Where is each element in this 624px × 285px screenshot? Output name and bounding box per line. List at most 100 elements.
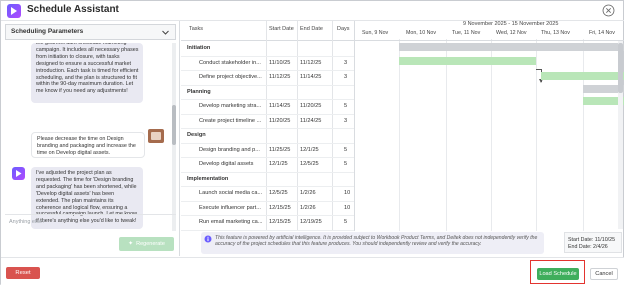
task-name: Define project objective...: [199, 74, 262, 80]
task-days: 10: [344, 204, 351, 211]
column-header-days[interactable]: Days: [337, 26, 350, 32]
task-group-row[interactable]: Testing and Quality Assura...: [181, 230, 354, 232]
sparkle-icon: ✦: [128, 241, 134, 247]
task-group-name: Planning: [187, 88, 211, 95]
chat-pane: Scheduling Parameters the gourmet dark c…: [1, 21, 180, 256]
task-end-date: 12/19/25: [300, 219, 322, 225]
user-avatar: [148, 129, 164, 143]
task-end-date: 11/20/25: [300, 103, 322, 109]
load-schedule-button[interactable]: Load Schedule: [537, 268, 579, 280]
task-name: Execute influencer part...: [199, 204, 261, 211]
gantt-task-bar-define-objectives[interactable]: [541, 72, 624, 80]
gantt-vertical-scrollbar[interactable]: [618, 41, 623, 229]
task-start-date: 12/5/25: [269, 190, 288, 196]
task-row[interactable]: Design branding and p... 11/25/25 12/1/25 5: [181, 143, 354, 158]
task-group-row[interactable]: Implementation: [181, 172, 354, 187]
task-row[interactable]: Develop marketing stra... 11/14/25 11/20/2…: [181, 99, 354, 114]
task-row[interactable]: Execute influencer part... 12/15/25 1/2/26…: [181, 201, 354, 216]
task-days: 3: [344, 74, 348, 80]
gantt-day-divider: [446, 39, 447, 231]
assistant-message: the gourmet dark chocolate marketing cam…: [31, 43, 143, 103]
column-header-end-date[interactable]: End Date: [300, 26, 323, 32]
regenerate-button[interactable]: ✦ Regenerate: [119, 237, 174, 251]
gantt-day-divider: [491, 39, 492, 231]
task-end-date: 12/1/25: [300, 146, 319, 153]
task-end-date: 11/12/25: [300, 59, 322, 66]
gantt-vertical-scrollbar-thumb[interactable]: [618, 43, 623, 93]
task-end-date: 11/24/25: [300, 117, 322, 124]
ai-disclaimer: This feature is powered by artificial in…: [201, 232, 544, 254]
task-row[interactable]: Develop digital assets 12/1/25 12/5/25 5: [181, 157, 354, 172]
gantt-day-divider: [536, 39, 537, 231]
task-end-date: 12/5/25: [300, 161, 319, 167]
chat-scrollbar[interactable]: [172, 43, 176, 231]
task-row[interactable]: Launch social media ca... 12/5/25 1/2/26 10: [181, 186, 354, 201]
gantt-day-label: Wed, 12 Nov: [496, 30, 527, 36]
dialog-footer: Reset Load Schedule Cancel: [1, 257, 624, 285]
dialog-title: Schedule Assistant: [27, 4, 119, 15]
reset-button[interactable]: Reset: [6, 267, 40, 279]
task-row[interactable]: Run email marketing ca... 12/15/25 12/19/2…: [181, 215, 354, 230]
column-header-tasks[interactable]: Tasks: [189, 26, 203, 32]
scheduling-parameters-label: Scheduling Parameters: [11, 28, 84, 35]
project-end-date: End Date: 2/4/26: [568, 244, 608, 250]
task-start-date: 12/15/25: [269, 219, 291, 225]
scheduling-parameters-toggle[interactable]: Scheduling Parameters: [5, 24, 176, 40]
task-start-date: 11/10/25: [269, 59, 291, 66]
task-group-row[interactable]: Planning: [181, 85, 354, 100]
gantt-day-label: Thu, 13 Nov: [541, 30, 570, 36]
chat-history: the gourmet dark chocolate marketing cam…: [5, 43, 176, 231]
cancel-button[interactable]: Cancel: [590, 268, 618, 280]
column-header-start-date[interactable]: Start Date: [269, 26, 294, 32]
dialog-header: Schedule Assistant: [1, 1, 624, 21]
task-days: 5: [344, 219, 348, 225]
task-start-date: 11/25/25: [269, 146, 291, 153]
task-group-name: Initiation: [187, 45, 211, 51]
task-name: Develop marketing stra...: [199, 103, 262, 109]
task-table-body: Initiation Conduct stakeholder in... 11/10…: [181, 41, 354, 231]
gantt-day-label: Sun, 9 Nov: [362, 30, 389, 36]
gantt-day-divider: [583, 39, 584, 231]
task-table-header: Tasks Start Date End Date Days: [181, 21, 354, 41]
task-days: 3: [344, 117, 348, 124]
gantt-day-label: Tue, 11 Nov: [452, 30, 481, 36]
gantt-week-range: 9 November 2025 - 15 November 2025: [463, 21, 559, 27]
task-end-date: 1/2/26: [300, 190, 316, 196]
chevron-down-icon: [162, 30, 169, 35]
chat-input-area: Anything else? ✦ Regenerate: [5, 214, 176, 254]
assistant-logo-icon: [7, 4, 21, 18]
gantt-task-bar-conduct-stakeholder[interactable]: [399, 57, 536, 65]
task-row[interactable]: Conduct stakeholder in... 11/10/25 11/12/2…: [181, 56, 354, 71]
load-schedule-highlight: Load Schedule: [530, 260, 585, 284]
task-days: 10: [344, 190, 351, 196]
task-row[interactable]: Define project objective... 11/12/25 11/14…: [181, 70, 354, 85]
gantt-chart: 9 November 2025 - 15 November 2025 Sun, …: [354, 21, 624, 231]
assistant-avatar-icon: [12, 167, 25, 180]
task-name: Run email marketing ca...: [199, 219, 263, 225]
task-start-date: 11/14/25: [269, 103, 291, 109]
info-icon: [204, 235, 212, 243]
task-start-date: 12/1/25: [269, 161, 288, 167]
gantt-summary-bar-initiation[interactable]: [399, 43, 624, 51]
ai-disclaimer-text: This feature is powered by artificial in…: [215, 235, 538, 248]
task-group-name: Design: [187, 132, 206, 138]
chat-input[interactable]: Anything else?: [9, 219, 45, 225]
task-start-date: 12/15/25: [269, 204, 291, 211]
task-name: Conduct stakeholder in...: [199, 59, 261, 66]
task-group-row[interactable]: Design: [181, 128, 354, 143]
gantt-day-divider: [399, 39, 400, 231]
task-group-name: Implementation: [187, 175, 229, 182]
chat-scrollbar-thumb[interactable]: [172, 105, 176, 145]
task-row[interactable]: Create project timeline ... 11/20/25 11/24…: [181, 114, 354, 129]
task-name: Develop digital assets: [199, 161, 254, 167]
task-days: 5: [344, 161, 348, 167]
schedule-pane: Tasks Start Date End Date Days Initiatio…: [181, 21, 624, 256]
regenerate-label: Regenerate: [136, 241, 165, 247]
task-group-row[interactable]: Initiation: [181, 41, 354, 56]
close-icon[interactable]: [602, 4, 615, 17]
gantt-header-divider: [355, 40, 624, 41]
project-start-date: Start Date: 11/10/25: [568, 237, 616, 243]
task-name: Design branding and p...: [199, 146, 260, 153]
task-days: 5: [344, 103, 348, 109]
task-days: 5: [344, 146, 348, 153]
